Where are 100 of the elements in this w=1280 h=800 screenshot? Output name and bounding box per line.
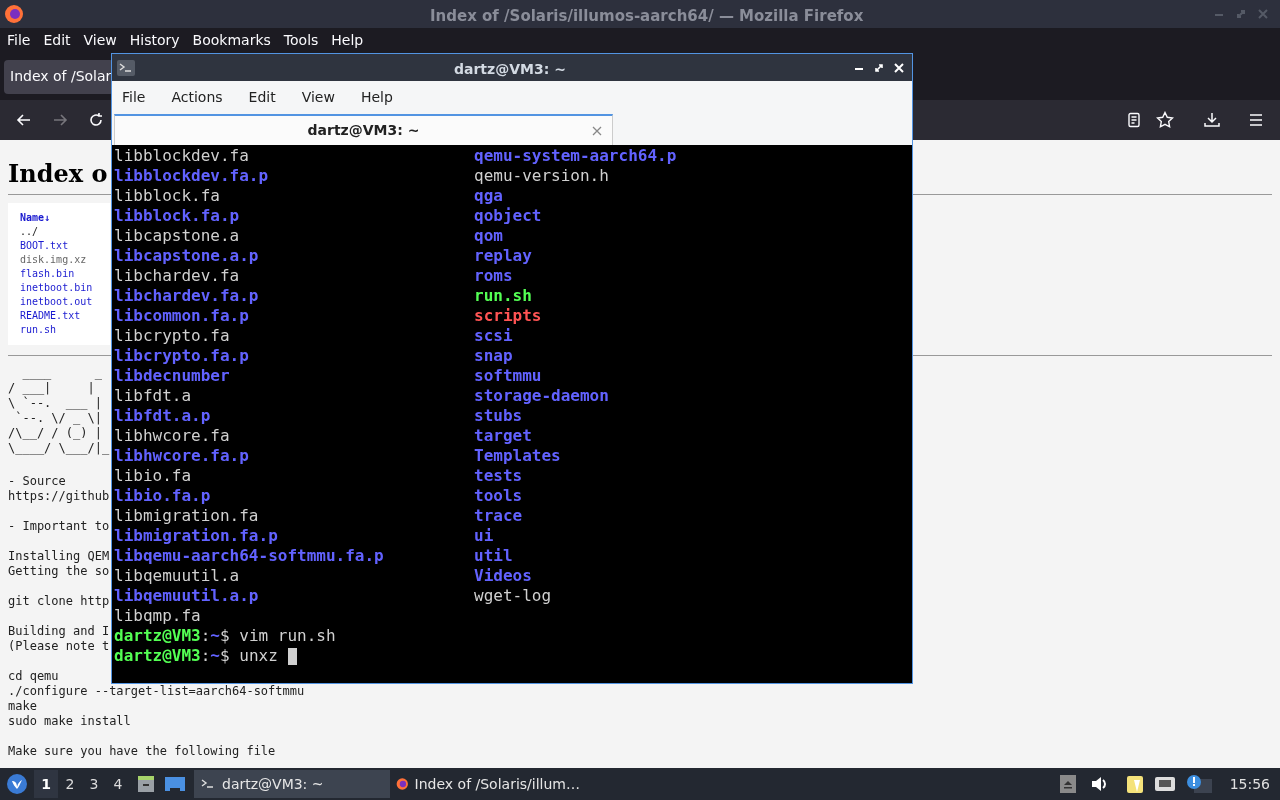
file-name: libqemuutil.a.p: [114, 586, 259, 605]
file-name: wget-log: [474, 586, 552, 605]
prompt-separator: :: [200, 626, 211, 646]
file-name: qemu-version.h: [474, 166, 609, 185]
workspace-button[interactable]: 4: [106, 770, 130, 798]
prompt-user-host: dartz@VM3: [114, 626, 201, 646]
browser-tab[interactable]: Index of /Solar: [4, 59, 114, 94]
menu-item[interactable]: File: [122, 86, 146, 108]
text-line: - Important to: [8, 519, 110, 534]
file-name: libfdt.a.p: [114, 406, 211, 425]
prompt-path: ~: [210, 646, 220, 666]
file-name: run.sh: [474, 286, 532, 305]
taskbar-button[interactable]: dartz@VM3: ~: [194, 770, 390, 798]
reload-icon[interactable]: [88, 112, 104, 128]
file-name: util: [474, 546, 513, 565]
file-name: libblockdev.fa: [114, 146, 249, 165]
terminal-tab[interactable]: dartz@VM3: ~: [114, 114, 613, 145]
text-line: ./configure --target-list=aarch64-softmmu: [8, 684, 305, 699]
menu-item[interactable]: View: [301, 86, 335, 108]
prompt-path: ~: [210, 626, 220, 646]
menu-item[interactable]: Tools: [283, 30, 319, 51]
file-name: qemu-system-aarch64.p: [474, 146, 677, 165]
clock[interactable]: 15:56: [1229, 773, 1270, 795]
page-heading: Index o: [8, 158, 108, 190]
notification-icon[interactable]: [1185, 774, 1212, 794]
file-name: libqemuutil.a: [114, 566, 240, 585]
file-link[interactable]: BOOT.txt: [20, 239, 69, 253]
maximize-icon[interactable]: [874, 62, 884, 73]
file-link[interactable]: README.txt: [20, 309, 81, 323]
desktop-icon[interactable]: [164, 774, 186, 794]
file-name: Videos: [474, 566, 532, 585]
download-icon[interactable]: [1204, 112, 1220, 128]
menu-item[interactable]: Edit: [248, 86, 276, 108]
menu-item[interactable]: Help: [331, 30, 364, 51]
file-name: Templates: [474, 446, 561, 465]
file-name: libhwcore.fa: [114, 426, 230, 445]
command-text: $ unxz: [220, 646, 278, 666]
file-name: libfdt.a: [114, 386, 192, 405]
file-name: libio.fa.p: [114, 486, 211, 505]
file-link[interactable]: ../: [20, 225, 39, 239]
menu-item[interactable]: Actions: [171, 86, 223, 108]
file-name: tests: [474, 466, 523, 485]
start-menu-icon[interactable]: [6, 773, 28, 795]
file-name: libblock.fa: [114, 186, 220, 205]
file-name: libqemu-aarch64-softmmu.fa.p: [114, 546, 384, 565]
forward-icon[interactable]: [52, 112, 68, 128]
menu-item[interactable]: View: [83, 30, 117, 51]
file-name: stubs: [474, 406, 523, 425]
bookmark-star-icon[interactable]: [1156, 111, 1174, 129]
file-name: libcrypto.fa: [114, 326, 230, 345]
file-name: libmigration.fa: [114, 506, 259, 525]
file-link[interactable]: run.sh: [20, 323, 57, 337]
prompt-separator: :: [200, 646, 211, 666]
workspace-button[interactable]: 3: [82, 770, 106, 798]
workspace-button[interactable]: 2: [58, 770, 82, 798]
file-name: scsi: [474, 326, 513, 345]
file-name: libio.fa: [114, 466, 192, 485]
text-line: Installing QEM: [8, 549, 110, 564]
eject-icon[interactable]: [1059, 775, 1076, 793]
back-icon[interactable]: [16, 112, 32, 128]
text-line: make: [8, 699, 37, 714]
file-link[interactable]: disk.img.xz: [20, 253, 87, 267]
text-line: git clone http: [8, 594, 110, 609]
menu-item[interactable]: File: [7, 30, 31, 51]
text-line: Make sure you have the following file: [8, 744, 276, 759]
file-name: trace: [474, 506, 523, 525]
clipboard-icon[interactable]: [1125, 774, 1144, 794]
text-line: - Source: [8, 474, 66, 489]
file-name: target: [474, 426, 532, 445]
taskbar-button[interactable]: Index of /Solaris/illum…: [390, 770, 586, 798]
reader-view-icon[interactable]: [1126, 112, 1142, 128]
prompt-user-host: dartz@VM3: [114, 646, 201, 666]
terminal-icon: [117, 59, 135, 76]
file-name: softmmu: [474, 366, 542, 385]
menu-item[interactable]: History: [129, 30, 180, 51]
file-link[interactable]: inetboot.bin: [20, 281, 93, 295]
file-name: ui: [474, 526, 494, 545]
workspace-button[interactable]: 1: [34, 770, 58, 798]
menu-item[interactable]: Help: [360, 86, 393, 108]
file-link[interactable]: inetboot.out: [20, 295, 93, 309]
file-name: libdecnumber: [114, 366, 230, 385]
text-line: (Please note t: [8, 639, 110, 654]
file-name: libmigration.fa.p: [114, 526, 278, 545]
menu-item[interactable]: Edit: [43, 30, 71, 51]
menu-item[interactable]: Bookmarks: [192, 30, 271, 51]
text-line: Building and I: [8, 624, 110, 639]
text-line: cd qemu: [8, 669, 59, 684]
file-link[interactable]: flash.bin: [20, 267, 75, 281]
file-name: qga: [474, 186, 503, 205]
text-line: sudo make install: [8, 714, 131, 729]
menu-icon[interactable]: [1248, 112, 1264, 128]
file-manager-icon[interactable]: [136, 774, 156, 794]
network-icon[interactable]: [1153, 775, 1176, 793]
text-line: https://github: [8, 489, 110, 504]
terminal-icon: [200, 777, 216, 791]
file-name: libchardev.fa.p: [114, 286, 259, 305]
file-name: scripts: [474, 306, 542, 325]
column-header[interactable]: Name↓: [20, 211, 110, 225]
volume-icon[interactable]: [1089, 776, 1108, 792]
text-line: Getting the so: [8, 564, 110, 579]
